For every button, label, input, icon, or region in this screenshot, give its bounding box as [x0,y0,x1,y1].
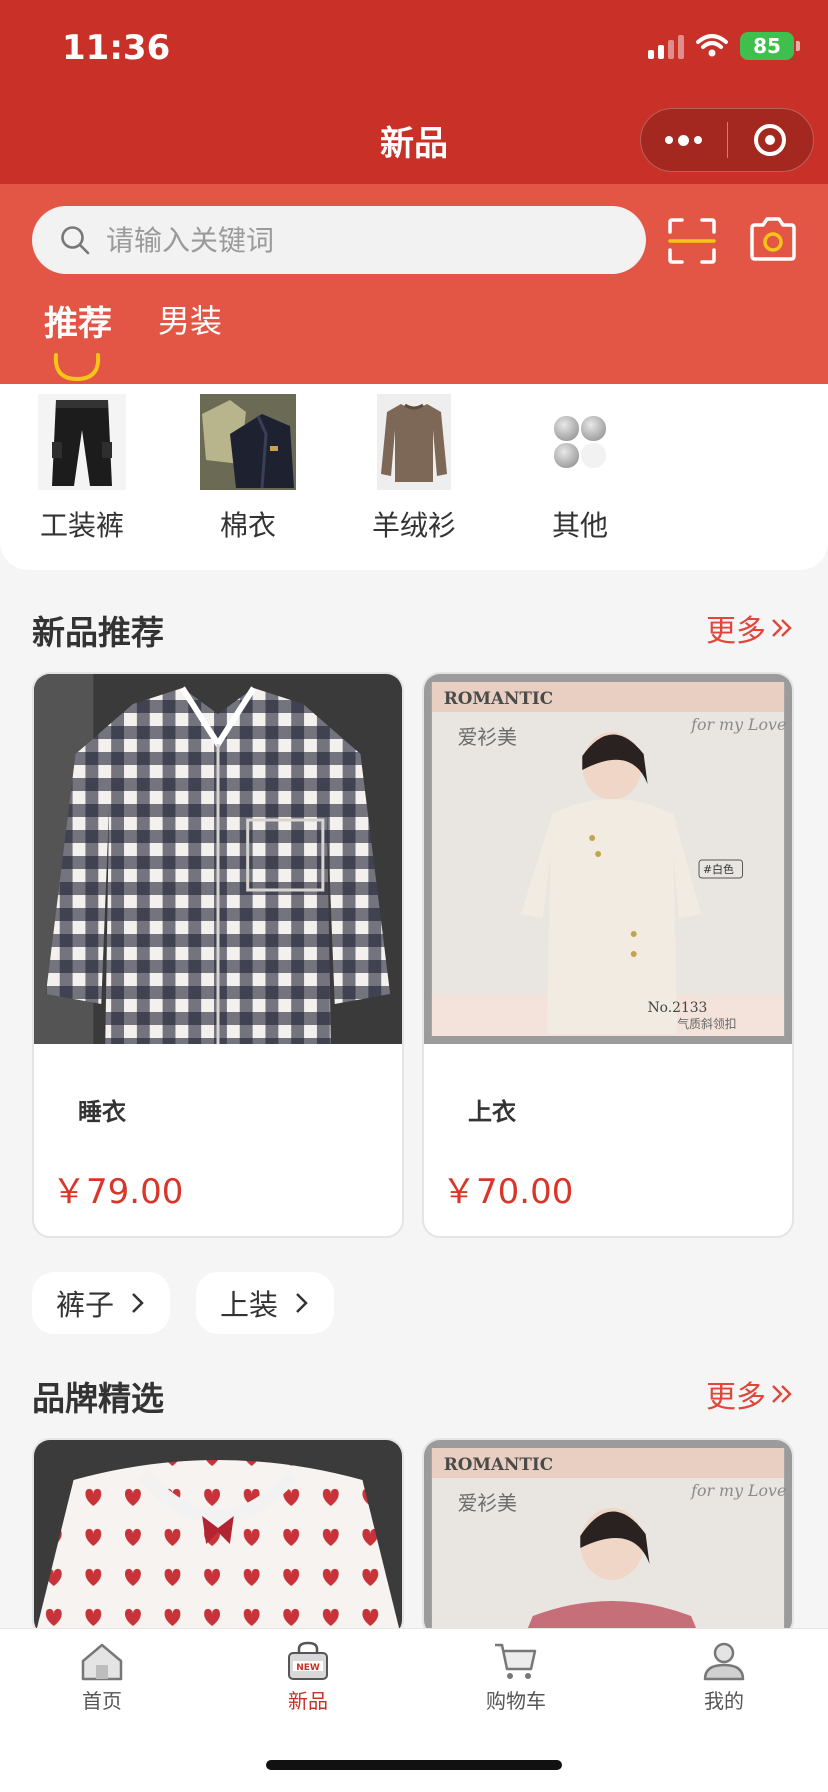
search-icon [61,226,90,255]
category-tabs: 推荐 男装 [44,296,222,382]
tab-recommended[interactable]: 推荐 [44,296,112,382]
poster-brand: ROMANTIC [444,1454,553,1474]
model-pink-sweater-photo: ROMANTIC 爱衫美 for my Love [424,1440,792,1636]
product-card[interactable]: ROMANTIC 爱衫美 for my Love #白色 No.2133 气质斜… [422,672,794,1238]
heart-print-pajama-photo [34,1440,402,1636]
tabbar-cart[interactable]: 购物车 [456,1641,576,1714]
status-icons: 85 [648,32,800,60]
jacket-thumbnail [200,394,296,490]
tabbar-label: 购物车 [486,1689,546,1713]
scan-icon[interactable] [668,218,716,264]
category-panel: 工装裤 棉衣 羊绒衫 其他 [0,384,828,570]
category-item-padded-coat[interactable]: 棉衣 [178,394,318,544]
poster-brand-cn: 爱衫美 [458,1492,517,1515]
pants-thumbnail [38,394,126,490]
chip-label: 裤子 [56,1288,115,1322]
grid-icon [554,416,606,468]
product-price: ￥79.00 [52,1172,184,1212]
product-card[interactable]: 睡衣 ￥79.00 [32,672,404,1238]
product-name: 上衣 [468,1098,516,1126]
tab-label: 推荐 [44,304,112,344]
search-header: 推荐 男装 [0,184,828,384]
active-tab-indicator [53,353,101,382]
tab-menswear[interactable]: 男装 [158,296,222,345]
chevron-right-icon [296,1293,308,1313]
chip-pants[interactable]: 裤子 [32,1272,171,1334]
category-label: 羊绒衫 [371,509,456,542]
status-time: 11:36 [62,28,171,68]
more-menu-button[interactable] [641,109,727,171]
chip-label: 上装 [220,1288,279,1322]
sweater-thumbnail [377,394,451,490]
category-label: 其他 [551,509,608,542]
category-item-cashmere-sweater[interactable]: 羊绒衫 [344,394,484,544]
model-cream-top-photo: ROMANTIC 爱衫美 for my Love #白色 No.2133 气质斜… [424,674,792,1044]
tabbar-label: 新品 [288,1689,328,1713]
search-box[interactable] [32,206,646,274]
more-label: 更多 [706,614,766,649]
poster-brand-cn: 爱衫美 [458,726,517,749]
product-price: ￥70.00 [442,1172,574,1212]
category-label: 工装裤 [39,509,124,542]
target-icon [754,124,787,156]
poster-script: for my Love [690,715,786,734]
poster-brand: ROMANTIC [444,688,553,708]
tabbar-new[interactable]: NEW 新品 [248,1641,368,1714]
new-products-title: 新品推荐 [32,613,164,652]
chip-tops[interactable]: 上装 [196,1272,335,1334]
new-products-more-link[interactable]: 更多 [706,606,794,650]
poster-caption: 气质斜领扣 [677,1017,736,1031]
search-input[interactable] [106,223,586,257]
brand-card[interactable]: ROMANTIC 爱衫美 for my Love [422,1438,794,1638]
user-icon [703,1642,745,1681]
poster-script: for my Love [690,1481,786,1500]
status-bar: 11:36 85 [0,0,828,96]
poster-no: No.2133 [648,1000,708,1016]
poster-color-tag: #白色 [703,862,734,876]
double-chevron-right-icon [772,619,792,637]
tabbar-home[interactable]: 首页 [42,1641,162,1714]
category-label: 棉衣 [219,509,276,542]
home-icon [81,1643,123,1681]
tab-label: 男装 [158,302,223,340]
tabbar-label: 首页 [82,1689,122,1713]
chevron-right-icon [132,1293,144,1313]
category-item-work-pants[interactable]: 工装裤 [12,394,152,544]
camera-icon[interactable] [748,216,798,262]
svg-text:NEW: NEW [296,1663,320,1673]
double-chevron-right-icon [772,1385,792,1403]
product-name: 睡衣 [78,1098,126,1126]
wifi-icon [696,34,728,57]
miniprogram-capsule [640,108,814,172]
cellular-signal-icon [648,33,684,59]
close-miniprogram-button[interactable] [728,109,814,171]
tabbar-label: 我的 [704,1689,744,1713]
new-bag-icon: NEW [288,1641,328,1680]
brand-selection-more-link[interactable]: 更多 [706,1372,794,1416]
brand-selection-title: 品牌精选 [32,1379,164,1418]
more-dots-icon [665,134,703,146]
battery-icon: 85 [740,32,800,60]
cart-icon [495,1643,537,1679]
nav-bar: 新品 [0,96,828,184]
tabbar-profile[interactable]: 我的 [664,1641,784,1714]
plaid-shirt-photo [34,674,402,1044]
home-indicator [266,1760,562,1770]
more-label: 更多 [706,1380,766,1415]
category-item-other[interactable]: 其他 [510,394,650,544]
battery-level: 85 [753,34,781,58]
brand-card[interactable] [32,1438,404,1638]
